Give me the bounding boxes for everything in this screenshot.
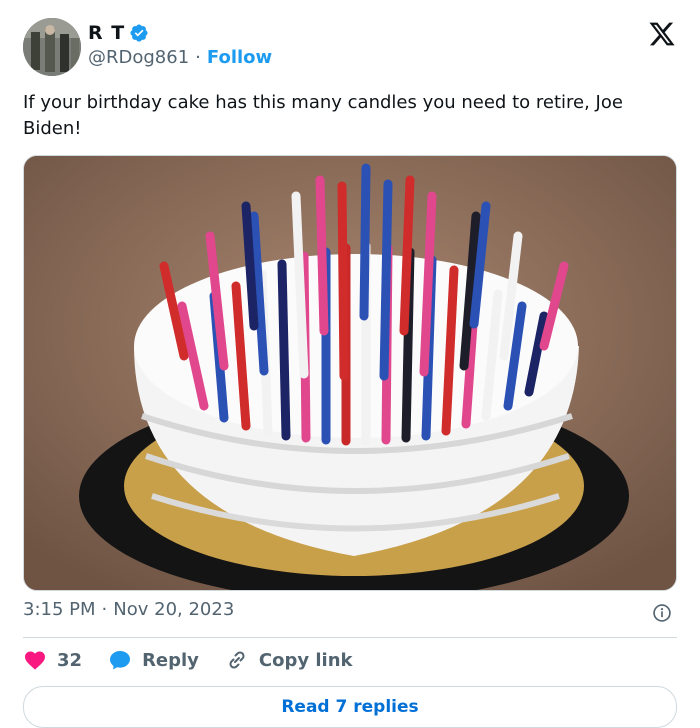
reply-bubble-icon [110,651,131,670]
link-icon [229,651,245,669]
reply-button[interactable]: Reply [108,648,199,672]
tweet-timestamp[interactable]: 3:15 PM · Nov 20, 2023 [23,599,234,620]
tweet-text: If your birthday cake has this many cand… [23,92,623,139]
read-replies-button[interactable]: Read 7 replies [23,686,677,728]
copy-link-label: Copy link [258,649,353,671]
reply-label: Reply [142,649,199,671]
display-name[interactable]: R T [88,22,125,44]
author-handle[interactable]: @RDog861 [88,47,189,68]
avatar[interactable] [23,18,81,76]
verified-badge-icon [130,24,148,42]
heart-icon [25,651,45,670]
cake-photo-illustration [24,156,676,590]
tweet-time[interactable]: 3:15 PM [23,599,96,620]
tweet-photo[interactable] [23,155,677,591]
copy-link-button[interactable]: Copy link [225,648,353,672]
divider [23,637,677,638]
timestamp-separator: · [101,599,108,620]
separator-dot: · [195,47,201,68]
action-bar: 32 Reply Copy link [23,648,379,672]
tweet-date[interactable]: Nov 20, 2023 [113,599,234,620]
info-icon[interactable] [652,603,672,623]
like-button[interactable]: 32 [23,648,82,672]
author-handle-row: @RDog861 · Follow [88,47,272,68]
author-name-row[interactable]: R T [88,22,149,44]
follow-button[interactable]: Follow [207,47,272,68]
like-count: 32 [57,649,83,671]
x-logo-icon[interactable] [648,20,676,48]
